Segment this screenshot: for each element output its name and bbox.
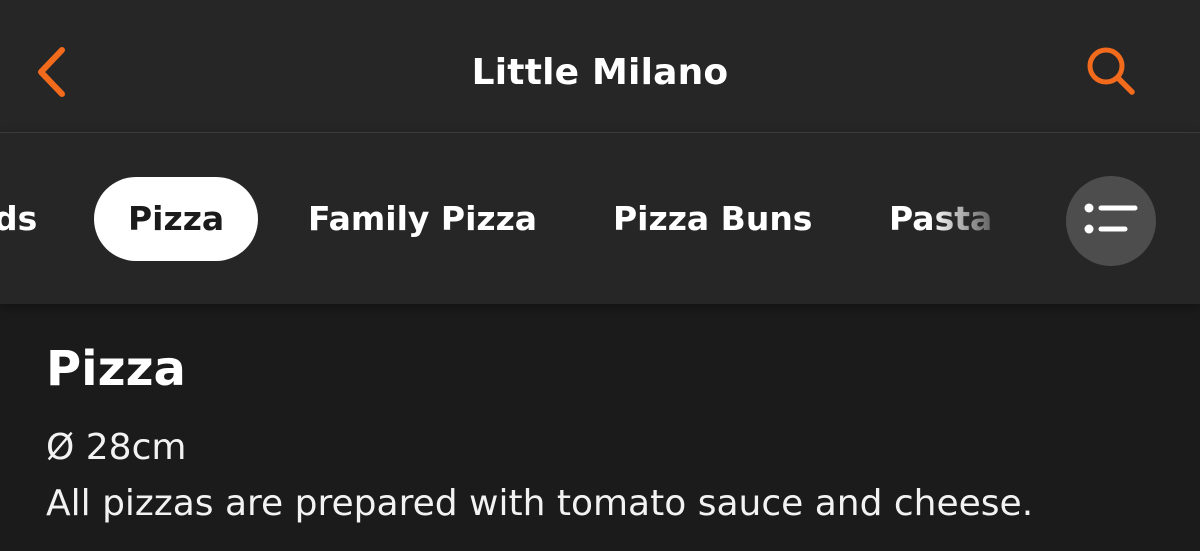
list-icon (1083, 201, 1139, 241)
category-scroller[interactable]: ds Pizza Family Pizza Pizza Buns Pasta (0, 133, 1040, 304)
page-title: Little Milano (471, 52, 729, 93)
search-button[interactable] (1076, 38, 1146, 108)
category-bar: ds Pizza Family Pizza Pizza Buns Pasta (0, 133, 1200, 304)
category-tab-family-pizza[interactable]: Family Pizza (308, 177, 537, 261)
top-app-bar: Little Milano (0, 0, 1200, 133)
section-size: Ø 28cm (46, 427, 187, 468)
section-description: All pizzas are prepared with tomato sauc… (46, 483, 1034, 524)
menu-section: Pizza Ø 28cm All pizzas are prepared wit… (46, 330, 1166, 532)
category-list-button[interactable] (1066, 176, 1156, 266)
section-title: Pizza (46, 341, 186, 397)
category-tab-pizza[interactable]: Pizza (94, 177, 259, 261)
category-tab-salads[interactable]: ds (0, 177, 37, 261)
category-tab-pasta[interactable]: Pasta (889, 177, 992, 261)
category-tab-pizza-buns[interactable]: Pizza Buns (613, 177, 812, 261)
search-icon (1083, 43, 1139, 103)
